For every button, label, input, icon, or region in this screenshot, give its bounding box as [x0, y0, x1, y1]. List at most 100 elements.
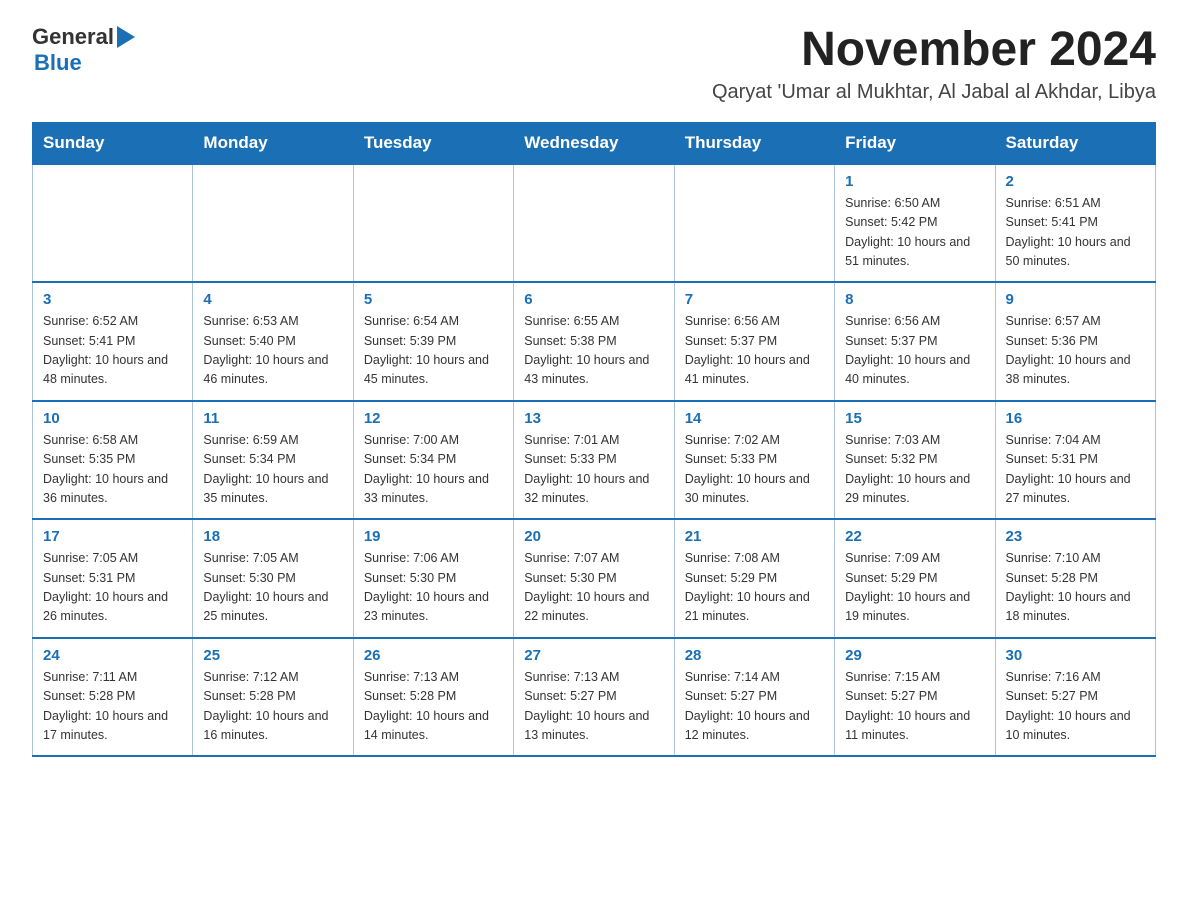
day-info: Sunrise: 6:53 AM Sunset: 5:40 PM Dayligh… — [203, 312, 342, 390]
header-tuesday: Tuesday — [353, 122, 513, 164]
calendar-cell: 1 Sunrise: 6:50 AM Sunset: 5:42 PM Daylig… — [835, 164, 995, 283]
day-info: Sunrise: 6:55 AM Sunset: 5:38 PM Dayligh… — [524, 312, 663, 390]
calendar-cell: 24 Sunrise: 7:11 AM Sunset: 5:28 PM Dayli… — [33, 638, 193, 757]
day-number: 12 — [364, 410, 503, 427]
calendar-cell: 21 Sunrise: 7:08 AM Sunset: 5:29 PM Dayli… — [674, 519, 834, 638]
calendar-cell — [353, 164, 513, 283]
calendar-cell: 14 Sunrise: 7:02 AM Sunset: 5:33 PM Dayli… — [674, 401, 834, 520]
day-number: 13 — [524, 410, 663, 427]
day-number: 23 — [1006, 528, 1145, 545]
day-number: 11 — [203, 410, 342, 427]
day-number: 6 — [524, 291, 663, 308]
day-info: Sunrise: 7:12 AM Sunset: 5:28 PM Dayligh… — [203, 668, 342, 746]
logo: General Blue — [32, 24, 135, 77]
day-info: Sunrise: 7:01 AM Sunset: 5:33 PM Dayligh… — [524, 431, 663, 509]
day-info: Sunrise: 7:04 AM Sunset: 5:31 PM Dayligh… — [1006, 431, 1145, 509]
day-number: 26 — [364, 647, 503, 664]
header-sunday: Sunday — [33, 122, 193, 164]
calendar-cell: 9Sunrise: 6:57 AM Sunset: 5:36 PM Daylig… — [995, 282, 1155, 401]
day-info: Sunrise: 7:09 AM Sunset: 5:29 PM Dayligh… — [845, 549, 984, 627]
day-number: 7 — [685, 291, 824, 308]
header-wednesday: Wednesday — [514, 122, 674, 164]
location-title: Qaryat 'Umar al Mukhtar, Al Jabal al Akh… — [712, 81, 1156, 104]
day-info: Sunrise: 7:02 AM Sunset: 5:33 PM Dayligh… — [685, 431, 824, 509]
calendar-cell: 3Sunrise: 6:52 AM Sunset: 5:41 PM Daylig… — [33, 282, 193, 401]
day-number: 10 — [43, 410, 182, 427]
calendar-cell: 5 Sunrise: 6:54 AM Sunset: 5:39 PM Daylig… — [353, 282, 513, 401]
day-info: Sunrise: 7:08 AM Sunset: 5:29 PM Dayligh… — [685, 549, 824, 627]
calendar-cell — [674, 164, 834, 283]
day-info: Sunrise: 7:10 AM Sunset: 5:28 PM Dayligh… — [1006, 549, 1145, 627]
calendar-cell: 22 Sunrise: 7:09 AM Sunset: 5:29 PM Dayli… — [835, 519, 995, 638]
day-info: Sunrise: 6:52 AM Sunset: 5:41 PM Dayligh… — [43, 312, 182, 390]
calendar-cell: 2Sunrise: 6:51 AM Sunset: 5:41 PM Daylig… — [995, 164, 1155, 283]
calendar-week-row: 3Sunrise: 6:52 AM Sunset: 5:41 PM Daylig… — [33, 282, 1156, 401]
day-info: Sunrise: 6:57 AM Sunset: 5:36 PM Dayligh… — [1006, 312, 1145, 390]
day-number: 16 — [1006, 410, 1145, 427]
day-number: 24 — [43, 647, 182, 664]
calendar-cell: 6 Sunrise: 6:55 AM Sunset: 5:38 PM Daylig… — [514, 282, 674, 401]
header-friday: Friday — [835, 122, 995, 164]
day-info: Sunrise: 7:03 AM Sunset: 5:32 PM Dayligh… — [845, 431, 984, 509]
day-number: 20 — [524, 528, 663, 545]
day-info: Sunrise: 7:14 AM Sunset: 5:27 PM Dayligh… — [685, 668, 824, 746]
day-info: Sunrise: 7:16 AM Sunset: 5:27 PM Dayligh… — [1006, 668, 1145, 746]
calendar-cell: 29Sunrise: 7:15 AM Sunset: 5:27 PM Dayli… — [835, 638, 995, 757]
calendar-cell: 18Sunrise: 7:05 AM Sunset: 5:30 PM Dayli… — [193, 519, 353, 638]
calendar-table: SundayMondayTuesdayWednesdayThursdayFrid… — [32, 122, 1156, 758]
day-info: Sunrise: 7:05 AM Sunset: 5:31 PM Dayligh… — [43, 549, 182, 627]
calendar-cell: 11 Sunrise: 6:59 AM Sunset: 5:34 PM Dayli… — [193, 401, 353, 520]
calendar-cell — [514, 164, 674, 283]
header-thursday: Thursday — [674, 122, 834, 164]
header-monday: Monday — [193, 122, 353, 164]
logo-blue: Blue — [34, 50, 82, 75]
calendar-header-row: SundayMondayTuesdayWednesdayThursdayFrid… — [33, 122, 1156, 164]
calendar-cell: 26 Sunrise: 7:13 AM Sunset: 5:28 PM Dayli… — [353, 638, 513, 757]
calendar-cell: 10 Sunrise: 6:58 AM Sunset: 5:35 PM Dayli… — [33, 401, 193, 520]
calendar-cell: 7Sunrise: 6:56 AM Sunset: 5:37 PM Daylig… — [674, 282, 834, 401]
day-number: 4 — [203, 291, 342, 308]
day-number: 22 — [845, 528, 984, 545]
logo-general: General — [32, 24, 114, 50]
day-info: Sunrise: 7:00 AM Sunset: 5:34 PM Dayligh… — [364, 431, 503, 509]
day-number: 27 — [524, 647, 663, 664]
day-info: Sunrise: 6:54 AM Sunset: 5:39 PM Dayligh… — [364, 312, 503, 390]
calendar-cell: 28 Sunrise: 7:14 AM Sunset: 5:27 PM Dayli… — [674, 638, 834, 757]
day-info: Sunrise: 7:13 AM Sunset: 5:28 PM Dayligh… — [364, 668, 503, 746]
day-info: Sunrise: 6:58 AM Sunset: 5:35 PM Dayligh… — [43, 431, 182, 509]
calendar-cell: 20 Sunrise: 7:07 AM Sunset: 5:30 PM Dayli… — [514, 519, 674, 638]
day-info: Sunrise: 7:06 AM Sunset: 5:30 PM Dayligh… — [364, 549, 503, 627]
day-info: Sunrise: 6:56 AM Sunset: 5:37 PM Dayligh… — [845, 312, 984, 390]
day-number: 14 — [685, 410, 824, 427]
day-number: 21 — [685, 528, 824, 545]
calendar-cell: 4 Sunrise: 6:53 AM Sunset: 5:40 PM Daylig… — [193, 282, 353, 401]
calendar-cell: 30Sunrise: 7:16 AM Sunset: 5:27 PM Dayli… — [995, 638, 1155, 757]
header: General Blue November 2024 Qaryat 'Umar … — [32, 24, 1156, 104]
day-info: Sunrise: 7:13 AM Sunset: 5:27 PM Dayligh… — [524, 668, 663, 746]
day-info: Sunrise: 7:11 AM Sunset: 5:28 PM Dayligh… — [43, 668, 182, 746]
day-info: Sunrise: 6:50 AM Sunset: 5:42 PM Dayligh… — [845, 194, 984, 272]
calendar-week-row: 10 Sunrise: 6:58 AM Sunset: 5:35 PM Dayli… — [33, 401, 1156, 520]
day-number: 1 — [845, 173, 984, 190]
calendar-cell: 15 Sunrise: 7:03 AM Sunset: 5:32 PM Dayli… — [835, 401, 995, 520]
logo-triangle-icon — [117, 26, 135, 48]
calendar-cell: 27 Sunrise: 7:13 AM Sunset: 5:27 PM Dayli… — [514, 638, 674, 757]
calendar-cell — [193, 164, 353, 283]
calendar-week-row: 17 Sunrise: 7:05 AM Sunset: 5:31 PM Dayli… — [33, 519, 1156, 638]
day-number: 28 — [685, 647, 824, 664]
day-number: 8 — [845, 291, 984, 308]
calendar-week-row: 24 Sunrise: 7:11 AM Sunset: 5:28 PM Dayli… — [33, 638, 1156, 757]
day-number: 17 — [43, 528, 182, 545]
calendar-cell: 16 Sunrise: 7:04 AM Sunset: 5:31 PM Dayli… — [995, 401, 1155, 520]
calendar-cell: 13 Sunrise: 7:01 AM Sunset: 5:33 PM Dayli… — [514, 401, 674, 520]
day-number: 15 — [845, 410, 984, 427]
day-number: 2 — [1006, 173, 1145, 190]
header-saturday: Saturday — [995, 122, 1155, 164]
calendar-cell — [33, 164, 193, 283]
day-number: 5 — [364, 291, 503, 308]
day-info: Sunrise: 7:07 AM Sunset: 5:30 PM Dayligh… — [524, 549, 663, 627]
calendar-cell: 19Sunrise: 7:06 AM Sunset: 5:30 PM Dayli… — [353, 519, 513, 638]
day-info: Sunrise: 6:59 AM Sunset: 5:34 PM Dayligh… — [203, 431, 342, 509]
day-number: 25 — [203, 647, 342, 664]
day-info: Sunrise: 7:05 AM Sunset: 5:30 PM Dayligh… — [203, 549, 342, 627]
